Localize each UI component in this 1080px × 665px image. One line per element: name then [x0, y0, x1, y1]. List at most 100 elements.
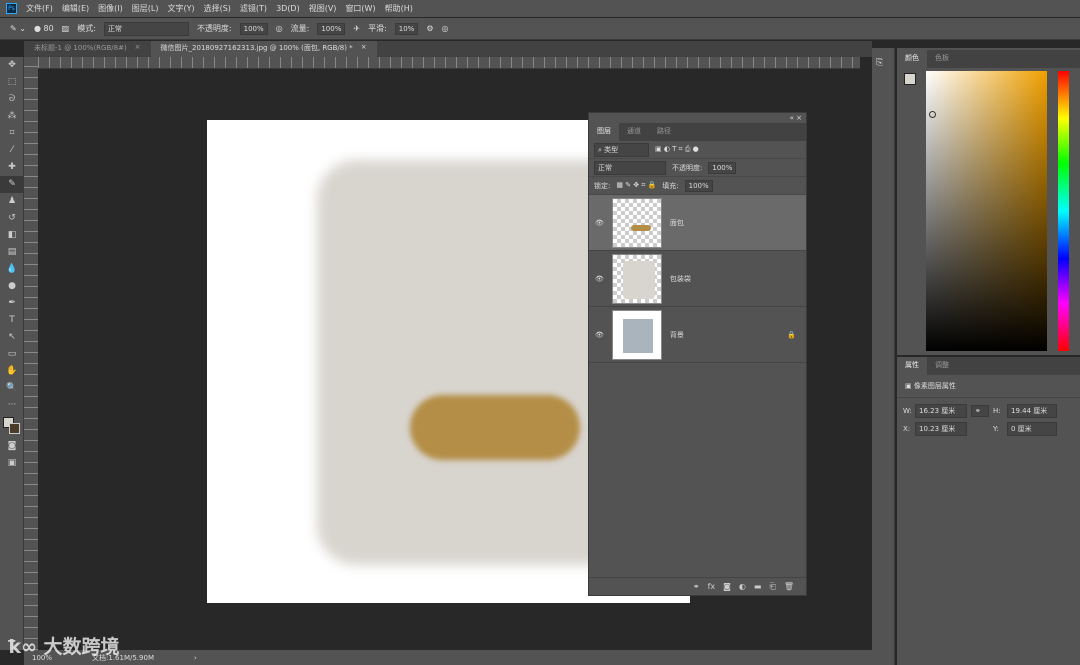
opacity-input[interactable]: 100%: [239, 22, 268, 35]
pressure-opacity-icon[interactable]: ◎: [276, 24, 283, 33]
status-bar: 100% 文档:1.61M/5.90M ›: [24, 650, 872, 665]
layer-row-background[interactable]: 👁 背景 🔒: [589, 307, 806, 363]
watermark-logo: ꝁ∞ 大数跨境: [8, 636, 120, 658]
tab-properties[interactable]: 属性: [897, 357, 927, 375]
eye-icon[interactable]: 👁: [595, 331, 604, 339]
screen-mode-icon[interactable]: ▣: [0, 455, 24, 472]
zoom-tool-icon[interactable]: 🔍: [0, 380, 24, 397]
eye-icon[interactable]: 👁: [595, 275, 604, 283]
trash-icon[interactable]: 🗑: [784, 582, 794, 591]
link-icon[interactable]: ⚭: [693, 582, 700, 591]
w-label: W:: [903, 407, 912, 415]
hue-slider[interactable]: [1058, 71, 1069, 351]
pen-tool-icon[interactable]: ✒: [0, 295, 24, 312]
close-icon[interactable]: ×: [361, 43, 367, 55]
color-panel: 颜色 色板: [897, 48, 1080, 355]
pixel-layer-icon: ▣: [905, 382, 914, 390]
blur-tool-icon[interactable]: 💧: [0, 261, 24, 278]
panel-collapse-icon[interactable]: « ×: [790, 114, 802, 122]
pressure-size-icon[interactable]: ◎: [442, 24, 449, 33]
shape-tool-icon[interactable]: ▭: [0, 346, 24, 363]
fx-icon[interactable]: fx: [708, 582, 716, 591]
tab-paths[interactable]: 路径: [649, 123, 679, 141]
width-input[interactable]: 16.23 厘米: [915, 404, 967, 418]
healing-tool-icon[interactable]: ✚: [0, 159, 24, 176]
brush-size: 80: [43, 24, 54, 33]
eye-icon[interactable]: 👁: [595, 219, 604, 227]
x-input[interactable]: 10.23 厘米: [915, 422, 967, 436]
more-tools-icon[interactable]: ···: [0, 397, 24, 414]
airbrush-icon[interactable]: ✈: [353, 24, 360, 33]
tab-layers[interactable]: 图层: [589, 123, 619, 141]
menu-type[interactable]: 文字(Y): [167, 3, 194, 14]
eraser-tool-icon[interactable]: ◧: [0, 227, 24, 244]
brush-tool-icon[interactable]: ✎: [0, 176, 24, 193]
close-icon[interactable]: ×: [135, 43, 141, 55]
menu-filter[interactable]: 滤镜(T): [240, 3, 267, 14]
menu-edit[interactable]: 编辑(E): [62, 3, 89, 14]
mask-icon[interactable]: ◙: [723, 582, 731, 591]
filter-kind: 类型: [604, 145, 619, 154]
layer-opacity-input[interactable]: 100%: [708, 161, 737, 174]
quick-mask-icon[interactable]: ◙: [0, 438, 24, 455]
tab-untitled[interactable]: 未标题-1 @ 100%(RGB/8#) ×: [24, 41, 151, 57]
link-dimensions-icon[interactable]: ⚭: [971, 405, 989, 417]
y-input[interactable]: 0 厘米: [1007, 422, 1057, 436]
menu-3d[interactable]: 3D(D): [276, 4, 300, 13]
menu-window[interactable]: 窗口(W): [345, 3, 375, 14]
height-input[interactable]: 19.44 厘米: [1007, 404, 1057, 418]
type-tool-icon[interactable]: T: [0, 312, 24, 329]
lasso-tool-icon[interactable]: ᘐ: [0, 91, 24, 108]
foreground-color-swatch[interactable]: [904, 73, 916, 85]
tab-channels[interactable]: 通道: [619, 123, 649, 141]
status-menu-arrow[interactable]: ›: [194, 654, 197, 662]
stamp-tool-icon[interactable]: ♟: [0, 193, 24, 210]
panel-dock-strip: ⎘: [872, 48, 895, 665]
tab-color[interactable]: 颜色: [897, 50, 927, 68]
history-panel-icon[interactable]: ⎘: [876, 58, 890, 68]
magic-wand-tool-icon[interactable]: ⁂: [0, 108, 24, 125]
gear-icon[interactable]: ⚙: [426, 24, 433, 33]
tab-swatches[interactable]: 色板: [927, 50, 957, 68]
mode-select[interactable]: 正常: [103, 21, 189, 36]
dodge-tool-icon[interactable]: ●: [0, 278, 24, 295]
layer-row-bread[interactable]: 👁 面包: [589, 195, 806, 251]
lock-icons[interactable]: ▦ ✎ ✥ ⌗ 🔒: [616, 181, 656, 190]
marquee-tool-icon[interactable]: ⬚: [0, 74, 24, 91]
gradient-tool-icon[interactable]: ▤: [0, 244, 24, 261]
menu-image[interactable]: 图像(I): [98, 3, 123, 14]
layer-thumbnail: [611, 197, 662, 248]
brush-settings-icon[interactable]: ▨: [62, 24, 70, 33]
smoothing-input[interactable]: 10%: [394, 22, 419, 35]
brush-preset-picker[interactable]: ● 80: [34, 24, 54, 33]
menu-layer[interactable]: 图层(L): [132, 3, 159, 14]
crop-tool-icon[interactable]: ⌗: [0, 125, 24, 142]
filter-icons[interactable]: ▣ ◐ T ⌗ ⎙ ●: [655, 145, 699, 154]
color-swatches-icon[interactable]: [0, 414, 24, 438]
color-picker-field[interactable]: [926, 71, 1047, 351]
layer-name: 包装袋: [669, 274, 691, 283]
flow-input[interactable]: 100%: [317, 22, 346, 35]
eyedropper-tool-icon[interactable]: ⁄: [0, 142, 24, 159]
move-tool-icon[interactable]: ✥: [0, 57, 24, 74]
fill-input[interactable]: 100%: [684, 179, 713, 192]
blend-mode-select[interactable]: 正常: [594, 160, 666, 175]
x-label: X:: [903, 425, 911, 433]
tab-wechat-image[interactable]: 微信图片_20180927162313.jpg @ 100% (面包, RGB/…: [150, 41, 377, 57]
layer-filter-select[interactable]: ⌕ 类型: [594, 142, 649, 157]
new-layer-icon[interactable]: ⎗: [769, 582, 775, 592]
watermark-text: 大数跨境: [43, 636, 120, 658]
smoothing-label: 平滑:: [368, 24, 387, 33]
folder-icon[interactable]: ▬: [754, 582, 762, 591]
menu-file[interactable]: 文件(F): [26, 3, 53, 14]
path-select-tool-icon[interactable]: ↖: [0, 329, 24, 346]
history-brush-icon[interactable]: ↺: [0, 210, 24, 227]
layer-row-bag[interactable]: 👁 包装袋: [589, 251, 806, 307]
brush-tool-icon[interactable]: ✎ ⌄: [10, 24, 26, 33]
hand-tool-icon[interactable]: ✋: [0, 363, 24, 380]
tab-adjustments[interactable]: 调整: [927, 357, 957, 375]
adjustment-icon[interactable]: ◐: [739, 582, 746, 591]
menu-help[interactable]: 帮助(H): [385, 3, 413, 14]
menu-select[interactable]: 选择(S): [204, 3, 231, 14]
menu-view[interactable]: 视图(V): [309, 3, 337, 14]
